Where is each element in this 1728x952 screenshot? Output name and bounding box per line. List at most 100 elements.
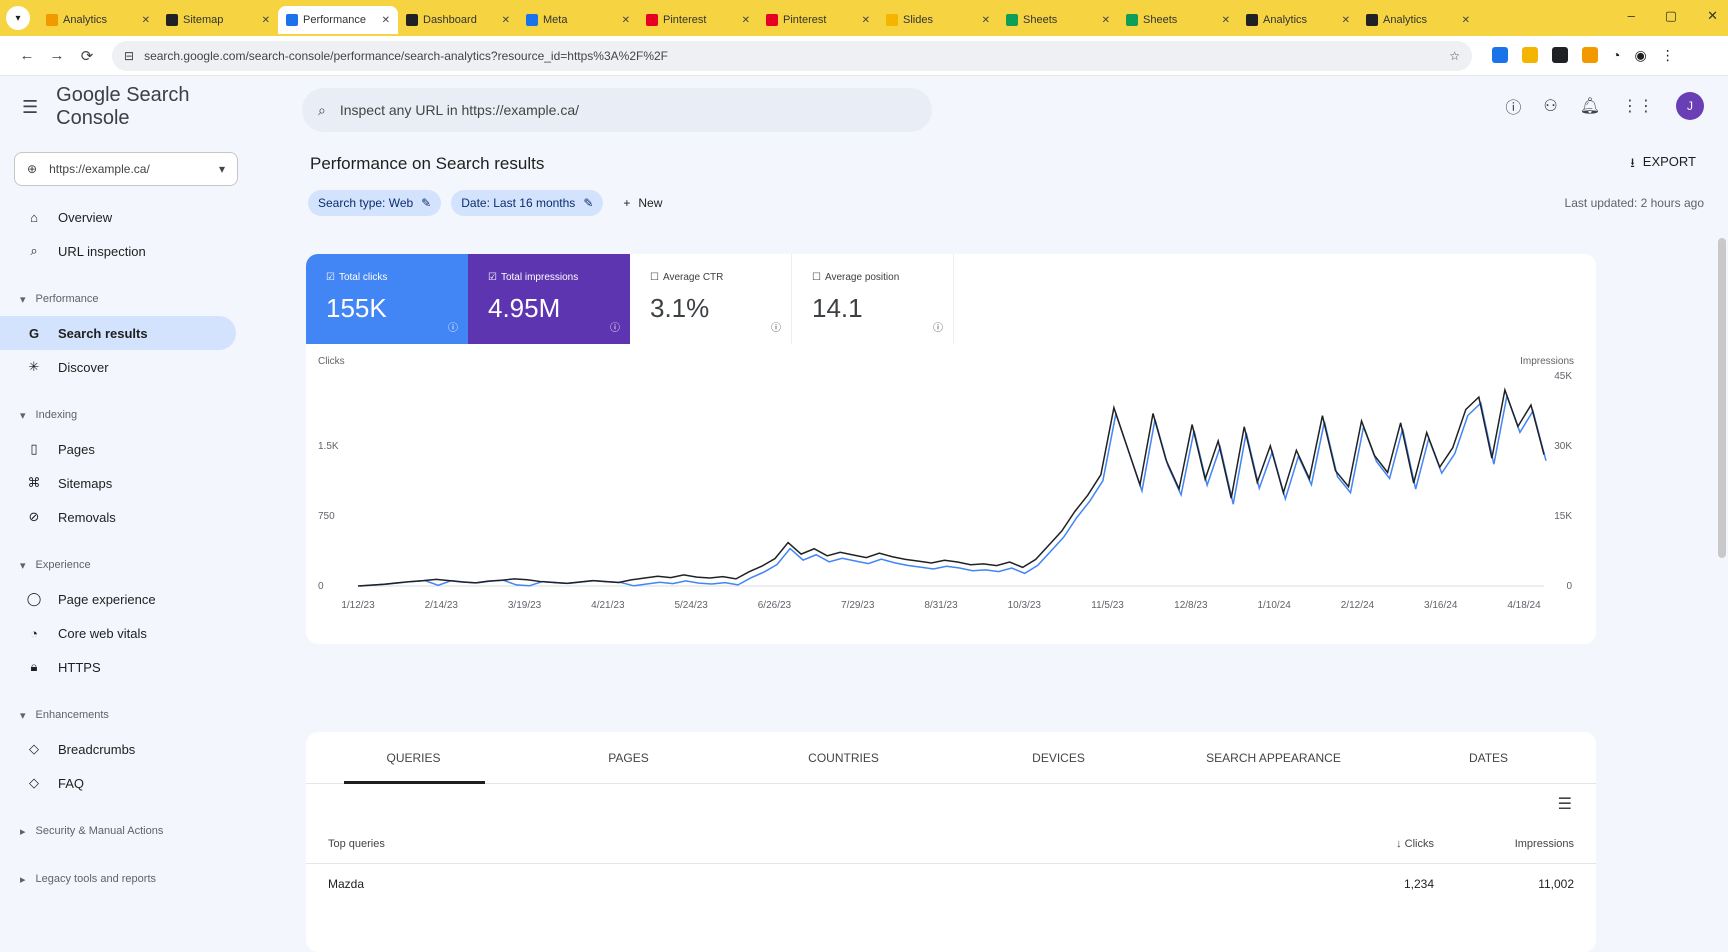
minimize-icon[interactable]: –: [1628, 8, 1635, 24]
close-tab-icon[interactable]: ✕: [982, 15, 990, 26]
browser-tab[interactable]: Analytics ✕: [1358, 6, 1478, 34]
nav-section-enhancements[interactable]: ▾ Enhancements: [0, 698, 256, 732]
sitemap-icon: ⌘: [27, 475, 41, 490]
help-icon[interactable]: ⓘ: [933, 319, 943, 334]
nav-item-url-inspection[interactable]: ⌕ URL inspection: [0, 234, 236, 268]
section-label: Enhancements: [35, 709, 109, 721]
puzzle-icon[interactable]: ◔: [1612, 47, 1620, 64]
nav-item-https[interactable]: 🔒︎ HTTPS: [0, 650, 236, 684]
close-tab-icon[interactable]: ✕: [502, 15, 510, 26]
extension-icon[interactable]: [1552, 47, 1568, 63]
close-tab-icon[interactable]: ✕: [382, 15, 390, 26]
nav-section-experience[interactable]: ▾ Experience: [0, 548, 256, 582]
nav-item-discover[interactable]: ✳ Discover: [0, 350, 236, 384]
maximize-icon[interactable]: ▢: [1665, 8, 1677, 24]
close-window-icon[interactable]: ✕: [1707, 8, 1718, 24]
nav-item-breadcrumbs[interactable]: ◇ Breadcrumbs: [0, 732, 236, 766]
browser-tab[interactable]: Sheets ✕: [1118, 6, 1238, 34]
col-clicks[interactable]: ↓ Clicks: [1324, 838, 1434, 850]
nav-item-search-results[interactable]: G Search results: [0, 316, 236, 350]
close-tab-icon[interactable]: ✕: [862, 15, 870, 26]
bookmark-star-icon[interactable]: ☆: [1449, 49, 1460, 63]
tab-devices[interactable]: DEVICES: [951, 732, 1166, 783]
help-icon[interactable]: ⓘ: [610, 319, 620, 334]
chip-search-type[interactable]: Search type: Web ✎: [308, 190, 442, 216]
browser-tab[interactable]: Dashboard ✕: [398, 6, 518, 34]
nav-item-overview[interactable]: ⌂ Overview: [0, 200, 236, 234]
browser-tab[interactable]: Analytics ✕: [38, 6, 158, 34]
close-tab-icon[interactable]: ✕: [1222, 15, 1230, 26]
metric-position[interactable]: ☐ Average position 14.1 ⓘ: [792, 254, 954, 344]
table-row[interactable]: Mazda 1,234 11,002: [306, 864, 1596, 904]
tab-queries[interactable]: QUERIES: [306, 732, 521, 784]
url-field[interactable]: ⊟ search.google.com/search-console/perfo…: [112, 40, 1472, 71]
property-selector[interactable]: ⊕ https://example.ca/ ▾: [14, 152, 238, 186]
help-icon[interactable]: ⓘ: [771, 319, 781, 334]
tab-title: Dashboard: [423, 14, 477, 26]
close-tab-icon[interactable]: ✕: [1342, 15, 1350, 26]
metric-ctr[interactable]: ☐ Average CTR 3.1% ⓘ: [630, 254, 792, 344]
reload-icon[interactable]: ⟳: [72, 47, 102, 65]
close-tab-icon[interactable]: ✕: [622, 15, 630, 26]
nav-item-pages[interactable]: ▯ Pages: [0, 432, 236, 466]
nav-section-legacy[interactable]: ▸ Legacy tools and reports: [0, 862, 256, 896]
export-button[interactable]: ⭳ EXPORT: [1630, 154, 1696, 176]
tab-pages[interactable]: PAGES: [521, 732, 736, 783]
close-tab-icon[interactable]: ✕: [742, 15, 750, 26]
help-icon[interactable]: ⓘ: [448, 319, 458, 334]
close-tab-icon[interactable]: ✕: [262, 15, 270, 26]
browser-tab[interactable]: Performance ✕: [278, 6, 398, 34]
col-impressions[interactable]: Impressions: [1434, 838, 1574, 850]
browser-tab[interactable]: Analytics ✕: [1238, 6, 1358, 34]
new-filter-button[interactable]: + New: [613, 190, 672, 216]
browser-tab[interactable]: Pinterest ✕: [758, 6, 878, 34]
tab-search-appearance[interactable]: SEARCH APPEARANCE: [1166, 732, 1381, 783]
profile-icon[interactable]: ◉: [1634, 47, 1646, 64]
chip-date[interactable]: Date: Last 16 months ✎: [451, 190, 604, 216]
tab-title: Slides: [903, 14, 933, 26]
users-icon[interactable]: ⚇: [1543, 96, 1557, 116]
nav-label: HTTPS: [58, 659, 101, 675]
notifications-icon[interactable]: 🔔︎: [1580, 96, 1600, 116]
nav-item-core-web-vitals[interactable]: ◔ Core web vitals: [0, 616, 236, 650]
tab-favicon: [1006, 14, 1018, 26]
close-tab-icon[interactable]: ✕: [142, 15, 150, 26]
nav-section-security[interactable]: ▸ Security & Manual Actions: [0, 814, 256, 848]
browser-menu-icon[interactable]: ⋮: [1661, 47, 1675, 64]
browser-tab[interactable]: Sheets ✕: [998, 6, 1118, 34]
browser-tab[interactable]: Meta ✕: [518, 6, 638, 34]
tab-search-icon[interactable]: ▾: [6, 6, 30, 30]
tab-dates[interactable]: DATES: [1381, 732, 1596, 783]
forward-icon[interactable]: →: [42, 47, 72, 64]
col-query[interactable]: Top queries: [328, 838, 1324, 850]
browser-tab[interactable]: Pinterest ✕: [638, 6, 758, 34]
apps-grid-icon[interactable]: ⋮⋮: [1622, 96, 1654, 116]
browser-tab[interactable]: Sitemap ✕: [158, 6, 278, 34]
extension-icon[interactable]: [1522, 47, 1538, 63]
nav-item-faq[interactable]: ◇ FAQ: [0, 766, 236, 800]
nav-item-removals[interactable]: ⊘ Removals: [0, 500, 236, 534]
nav-section-performance[interactable]: ▾ Performance: [0, 282, 256, 316]
page-scrollbar[interactable]: [1718, 238, 1726, 558]
extension-icon[interactable]: [1492, 47, 1508, 63]
help-icon[interactable]: ⓘ: [1505, 94, 1521, 118]
back-icon[interactable]: ←: [12, 47, 42, 64]
extension-icon[interactable]: [1582, 47, 1598, 63]
metric-impressions[interactable]: ☑ Total impressions 4.95M ⓘ: [468, 254, 630, 344]
nav-section-indexing[interactable]: ▾ Indexing: [0, 398, 256, 432]
avatar[interactable]: J: [1676, 92, 1704, 120]
nav-item-page-experience[interactable]: ◯ Page experience: [0, 582, 236, 616]
close-tab-icon[interactable]: ✕: [1462, 15, 1470, 26]
menu-icon[interactable]: ☰: [22, 97, 38, 118]
performance-chart[interactable]: 0 750 1.5K Clicks 0 15K 30K 45K Impressions 1/12/…: [306, 346, 1596, 644]
y-tick-right: 15K: [1554, 511, 1572, 522]
site-info-icon[interactable]: ⊟: [124, 49, 134, 63]
metric-clicks[interactable]: ☑ Total clicks 155K ⓘ: [306, 254, 468, 344]
filter-icon[interactable]: ☰: [1558, 794, 1572, 814]
browser-tab[interactable]: Slides ✕: [878, 6, 998, 34]
url-inspect-search[interactable]: ⌕ Inspect any URL in https://example.ca/: [302, 88, 932, 132]
tab-countries[interactable]: COUNTRIES: [736, 732, 951, 783]
collapse-icon: ▾: [20, 709, 26, 722]
close-tab-icon[interactable]: ✕: [1102, 15, 1110, 26]
nav-item-sitemaps[interactable]: ⌘ Sitemaps: [0, 466, 236, 500]
